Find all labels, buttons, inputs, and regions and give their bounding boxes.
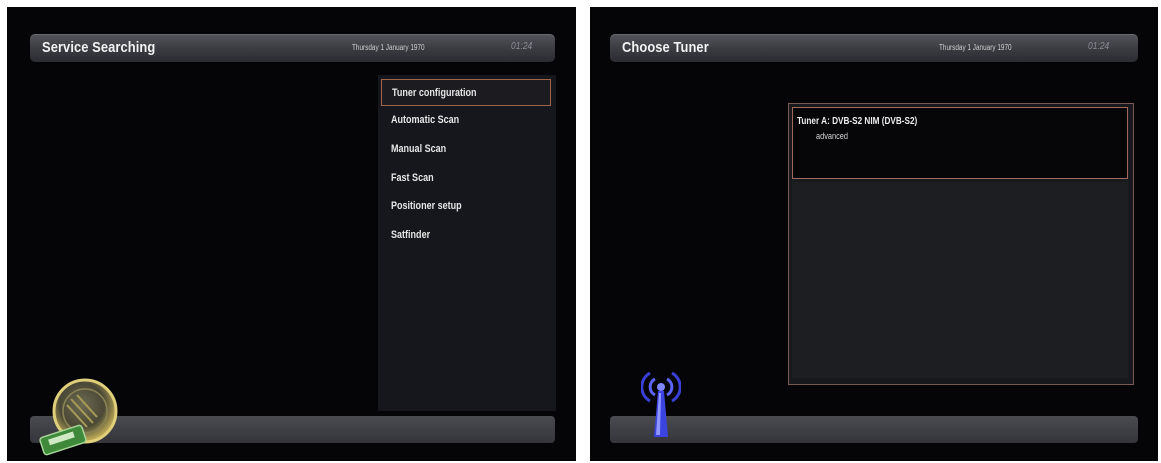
date-label: Thursday 1 January 1970 (352, 43, 425, 52)
menu-item-satfinder[interactable]: Satfinder (381, 222, 551, 249)
menu-item-label: Manual Scan (391, 143, 447, 155)
menu-item-label: Fast Scan (391, 172, 434, 184)
service-menu: Tuner configuration Automatic Scan Manua… (378, 75, 556, 411)
tuner-list: Tuner A: DVB-S2 NIM (DVB-S2) advanced (788, 103, 1134, 385)
menu-item-label: Positioner setup (391, 200, 462, 212)
menu-item-label: Tuner configuration (392, 87, 477, 99)
choose-tuner-screen: Choose Tuner Thursday 1 January 1970 01:… (590, 7, 1158, 461)
tuner-row-a[interactable]: Tuner A: DVB-S2 NIM (DVB-S2) advanced (792, 107, 1128, 179)
menu-item-automatic-scan[interactable]: Automatic Scan (381, 107, 551, 134)
title-bar: Service Searching Thursday 1 January 197… (30, 34, 555, 62)
date-label: Thursday 1 January 1970 (939, 43, 1012, 52)
menu-item-fast-scan[interactable]: Fast Scan (381, 165, 551, 192)
menu-item-tuner-configuration[interactable]: Tuner configuration (381, 79, 551, 106)
service-searching-screen: Service Searching Thursday 1 January 197… (7, 7, 576, 461)
menu-item-label: Satfinder (391, 229, 431, 241)
clock-label: 01:24 (511, 41, 533, 52)
antenna-signal-icon (640, 367, 682, 444)
title-bar: Choose Tuner Thursday 1 January 1970 01:… (610, 34, 1138, 62)
clock-label: 01:24 (1088, 41, 1110, 52)
page-title: Choose Tuner (622, 39, 709, 56)
tuner-name: Tuner A: DVB-S2 NIM (DVB-S2) (797, 116, 918, 127)
tuner-list-empty-area (792, 182, 1128, 378)
satellite-dish-icon (31, 373, 121, 461)
tuner-mode: advanced (816, 131, 849, 141)
page-title: Service Searching (42, 39, 156, 56)
status-bar (610, 416, 1138, 443)
menu-item-manual-scan[interactable]: Manual Scan (381, 136, 551, 163)
menu-item-label: Automatic Scan (391, 114, 460, 126)
menu-item-positioner-setup[interactable]: Positioner setup (381, 193, 551, 220)
